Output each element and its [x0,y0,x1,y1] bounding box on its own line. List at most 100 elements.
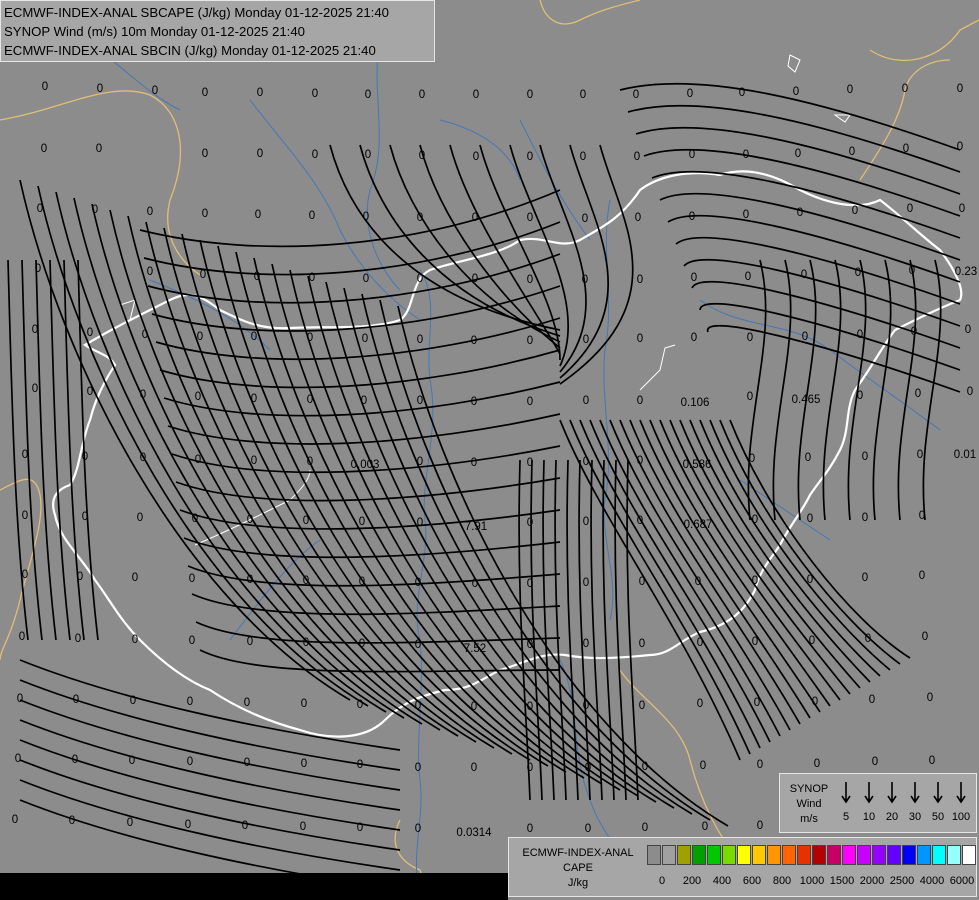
cape-value-label: 0 [187,696,193,708]
cape-value-label: 0 [965,324,971,336]
wind-legend: SYNOP Wind m/s 5 10 20 30 50 100 [779,773,977,833]
wind-streamline [659,192,961,261]
wind-streamline [675,236,961,305]
cape-value-label: 0 [37,203,43,215]
cape-value-label: 0 [637,455,643,467]
wind-streamline [49,259,71,641]
speed-label: 50 [931,811,945,823]
cape-value-label: 0 [244,697,250,709]
cape-value-label: 0 [359,576,365,588]
cape-value-label: 0 [303,515,309,527]
cape-value-label: 0 [419,150,425,162]
cape-value-label: 0 [251,393,257,405]
cape-value-label: 0 [35,263,41,275]
cape-value-label: 0 [812,696,818,708]
arrow-icon [956,782,966,804]
cape-value-label: 0 [585,823,591,835]
cape-value-label: 0 [585,762,591,774]
cape-value-label: 0 [472,273,478,285]
title-line-cin: ECMWF-INDEX-ANAL SBCIN (J/kg) Monday 01-… [4,43,376,58]
cape-value-label: 0 [927,692,933,704]
cape-value-label: 0 [189,573,195,585]
wind-streamline [590,459,603,801]
cape-value-label: 0 [129,755,135,767]
cape-value-label: 0 [583,577,589,589]
cape-legend-title: ECMWF-INDEX-ANAL CAPE J/kg [522,847,634,889]
cape-value-label: 0 [527,151,533,163]
weather-map[interactable]: 0 0 0 0 0 0 0 0 0 0 0 0 0 0 0 0 0 0 0 0 0 0 0 0 0 0 0 0 0 0 0 0 0 0 0 0 0 0 0 0… [0,0,979,900]
cape-value-label: 0 [417,212,423,224]
cape-value-label: 0 [583,395,589,407]
cape-value-label: 0 [137,512,143,524]
wind-streamline [772,259,792,521]
cape-value-label: 0 [247,574,253,586]
wind-legend-title: SYNOP Wind m/s [789,783,829,825]
cape-value-label: 0 [202,148,208,160]
cape-value-label: 7.52 [464,643,486,655]
wind-streamline [167,413,561,445]
cape-color-swatch [782,845,796,865]
cape-value-label: 0 [473,89,479,101]
cape-tick-label: 1000 [799,875,825,887]
cape-value-label: 0 [583,638,589,650]
cape-value-label: 0 [752,636,758,648]
map-title-panel: ECMWF-INDEX-ANAL SBCAPE (J/kg) Monday 01… [0,0,435,62]
cape-value-label: 0 [22,449,28,461]
cape-value-label: 0.01 [954,449,976,461]
title-line-wind: SYNOP Wind (m/s) 10m Monday 01-12-2025 2… [4,24,306,39]
cape-value-label: 0 [87,386,93,398]
cape-value-label: 0 [582,213,588,225]
speed-label: 30 [908,811,922,823]
speed-label: 10 [862,811,876,823]
speed-label: 20 [885,811,899,823]
cape-value-label: 0 [82,511,88,523]
cape-value-labels: 0 0 0 0 0 0 0 0 0 0 0 0 0 0 0 0 0 0 0 0 0 0 0 0 0 0 0 0 0 0 0 0 0 0 0 0 0 0 0 0… [12,81,977,839]
cape-value-label: 0 [251,331,257,343]
cape-value-label: 0 [527,212,533,224]
cape-value-label: 0 [691,332,697,344]
cape-value-label: 0 [757,820,763,832]
cape-value-label: 0 [849,146,855,158]
cape-value-label: 0 [365,89,371,101]
cape-value-label: 0 [417,273,423,285]
wind-streamline [897,259,917,521]
cape-value-label: 0 [41,143,47,155]
wind-streamline [530,459,543,801]
cape-value-label: 0 [959,203,965,215]
cape-value-label: 0 [242,820,248,832]
cape-value-label: 0 [805,452,811,464]
cape-value-label: 0 [363,273,369,285]
cape-value-label: 0 [747,391,753,403]
cape-value-label: 0 [700,760,706,772]
cape-value-label: 0 [752,514,758,526]
cape-value-label: 0 [140,389,146,401]
cape-color-swatch [662,845,676,865]
cape-color-swatch [707,845,721,865]
cape-value-label: 0 [147,266,153,278]
wind-streamline [559,144,634,385]
wind-streamline [667,214,961,283]
cape-value-label: 0 [633,89,639,101]
cape-value-label: 0 [19,631,25,643]
cape-value-label: 0 [922,631,928,643]
cape-value-label: 0 [802,331,808,343]
cape-value-label: 0 [697,698,703,710]
cape-value-label: 0 [807,513,813,525]
cape-value-label: 0 [75,633,81,645]
cape-value-label: 0 [415,823,421,835]
cape-tick-label: 600 [742,875,762,887]
wind-streamline [691,280,961,349]
cape-value-label: 0.0314 [456,827,492,839]
cape-value-label: 0 [857,329,863,341]
cape-color-swatch [932,845,946,865]
cape-value-label: 0 [642,822,648,834]
cape-value-label: 0 [695,576,701,588]
cape-value-label: 0 [580,151,586,163]
cape-value-label: 0 [527,701,533,713]
cape-value-label: 0 [17,693,23,705]
cape-color-swatch [827,845,841,865]
wind-streamline [183,537,561,559]
cape-value-label: 0 [307,394,313,406]
cape-value-label: 0 [255,209,261,221]
cape-value-label: 0 [195,391,201,403]
